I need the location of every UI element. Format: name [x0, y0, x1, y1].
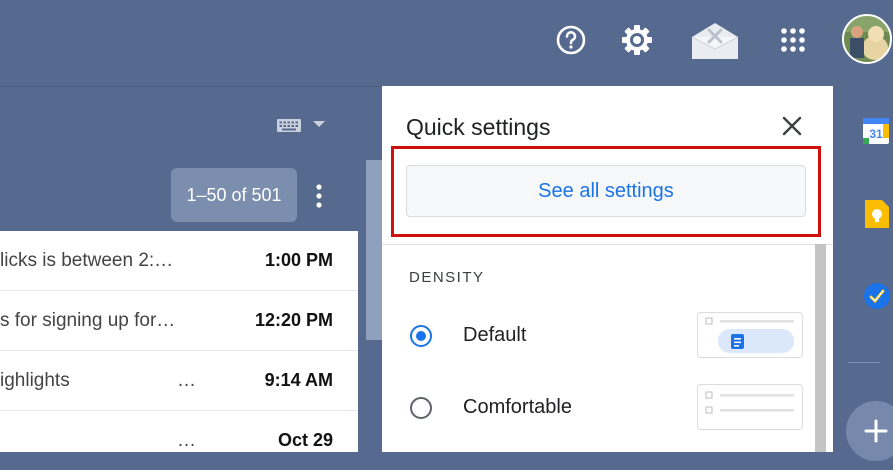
email-snippet: ighlights	[0, 370, 70, 391]
email-time: Oct 29	[277, 430, 333, 450]
quick-settings-title: Quick settings	[406, 114, 551, 140]
divider	[382, 244, 833, 245]
quick-settings-panel: Quick settings See all settings DENSITY …	[382, 86, 833, 452]
help-icon[interactable]	[553, 22, 589, 58]
pagination-label[interactable]: 1–50 of 501	[171, 168, 297, 222]
density-preview-comfortable	[697, 384, 803, 430]
top-header	[0, 0, 893, 87]
plus-icon	[864, 419, 888, 443]
email-time: 12:20 PM	[254, 310, 333, 330]
radio-unselected[interactable]	[410, 397, 432, 419]
close-icon[interactable]	[776, 110, 808, 142]
density-option-label: Default	[463, 324, 527, 346]
list-item[interactable]: ighlights … 9:14 AM	[0, 351, 358, 411]
list-item[interactable]: s for signing up for… 12:20 PM	[0, 291, 358, 351]
density-option-default[interactable]: Default	[410, 312, 830, 358]
email-snippet: s for signing up for…	[0, 310, 176, 331]
side-panel-rail: 31	[833, 86, 893, 452]
keep-icon[interactable]	[864, 199, 890, 229]
more-options-icon[interactable]	[306, 178, 332, 214]
email-time: 1:00 PM	[264, 250, 333, 270]
calendar-day: 31	[869, 127, 883, 141]
email-snippet: licks is between 2:…	[0, 250, 174, 271]
keyboard-icon[interactable]	[276, 117, 328, 138]
apps-grid-icon[interactable]	[775, 22, 811, 58]
density-option-comfortable[interactable]: Comfortable	[410, 384, 830, 430]
density-heading: DENSITY	[409, 269, 485, 286]
see-all-settings-button[interactable]: See all settings	[406, 165, 806, 217]
rail-divider	[848, 362, 880, 363]
density-option-label: Comfortable	[463, 396, 572, 418]
offline-mail-icon[interactable]	[688, 18, 742, 62]
calendar-icon[interactable]: 31	[861, 116, 891, 146]
settings-icon[interactable]	[619, 22, 655, 58]
avatar[interactable]	[841, 14, 893, 64]
list-item[interactable]: licks is between 2:… 1:00 PM	[0, 231, 358, 291]
radio-selected[interactable]	[410, 325, 432, 347]
tasks-icon[interactable]	[862, 281, 892, 311]
email-ellipsis: …	[177, 370, 196, 391]
add-addon-button[interactable]	[846, 401, 893, 461]
density-preview-default	[697, 312, 803, 358]
panel-scrollbar[interactable]	[815, 244, 826, 452]
list-item[interactable]: … Oct 29	[0, 411, 358, 470]
chevron-down-icon	[313, 121, 325, 127]
email-ellipsis: …	[177, 430, 196, 451]
list-scrollbar[interactable]	[366, 160, 382, 340]
email-time: 9:14 AM	[264, 370, 333, 390]
email-list: licks is between 2:… 1:00 PM s for signi…	[0, 231, 358, 452]
